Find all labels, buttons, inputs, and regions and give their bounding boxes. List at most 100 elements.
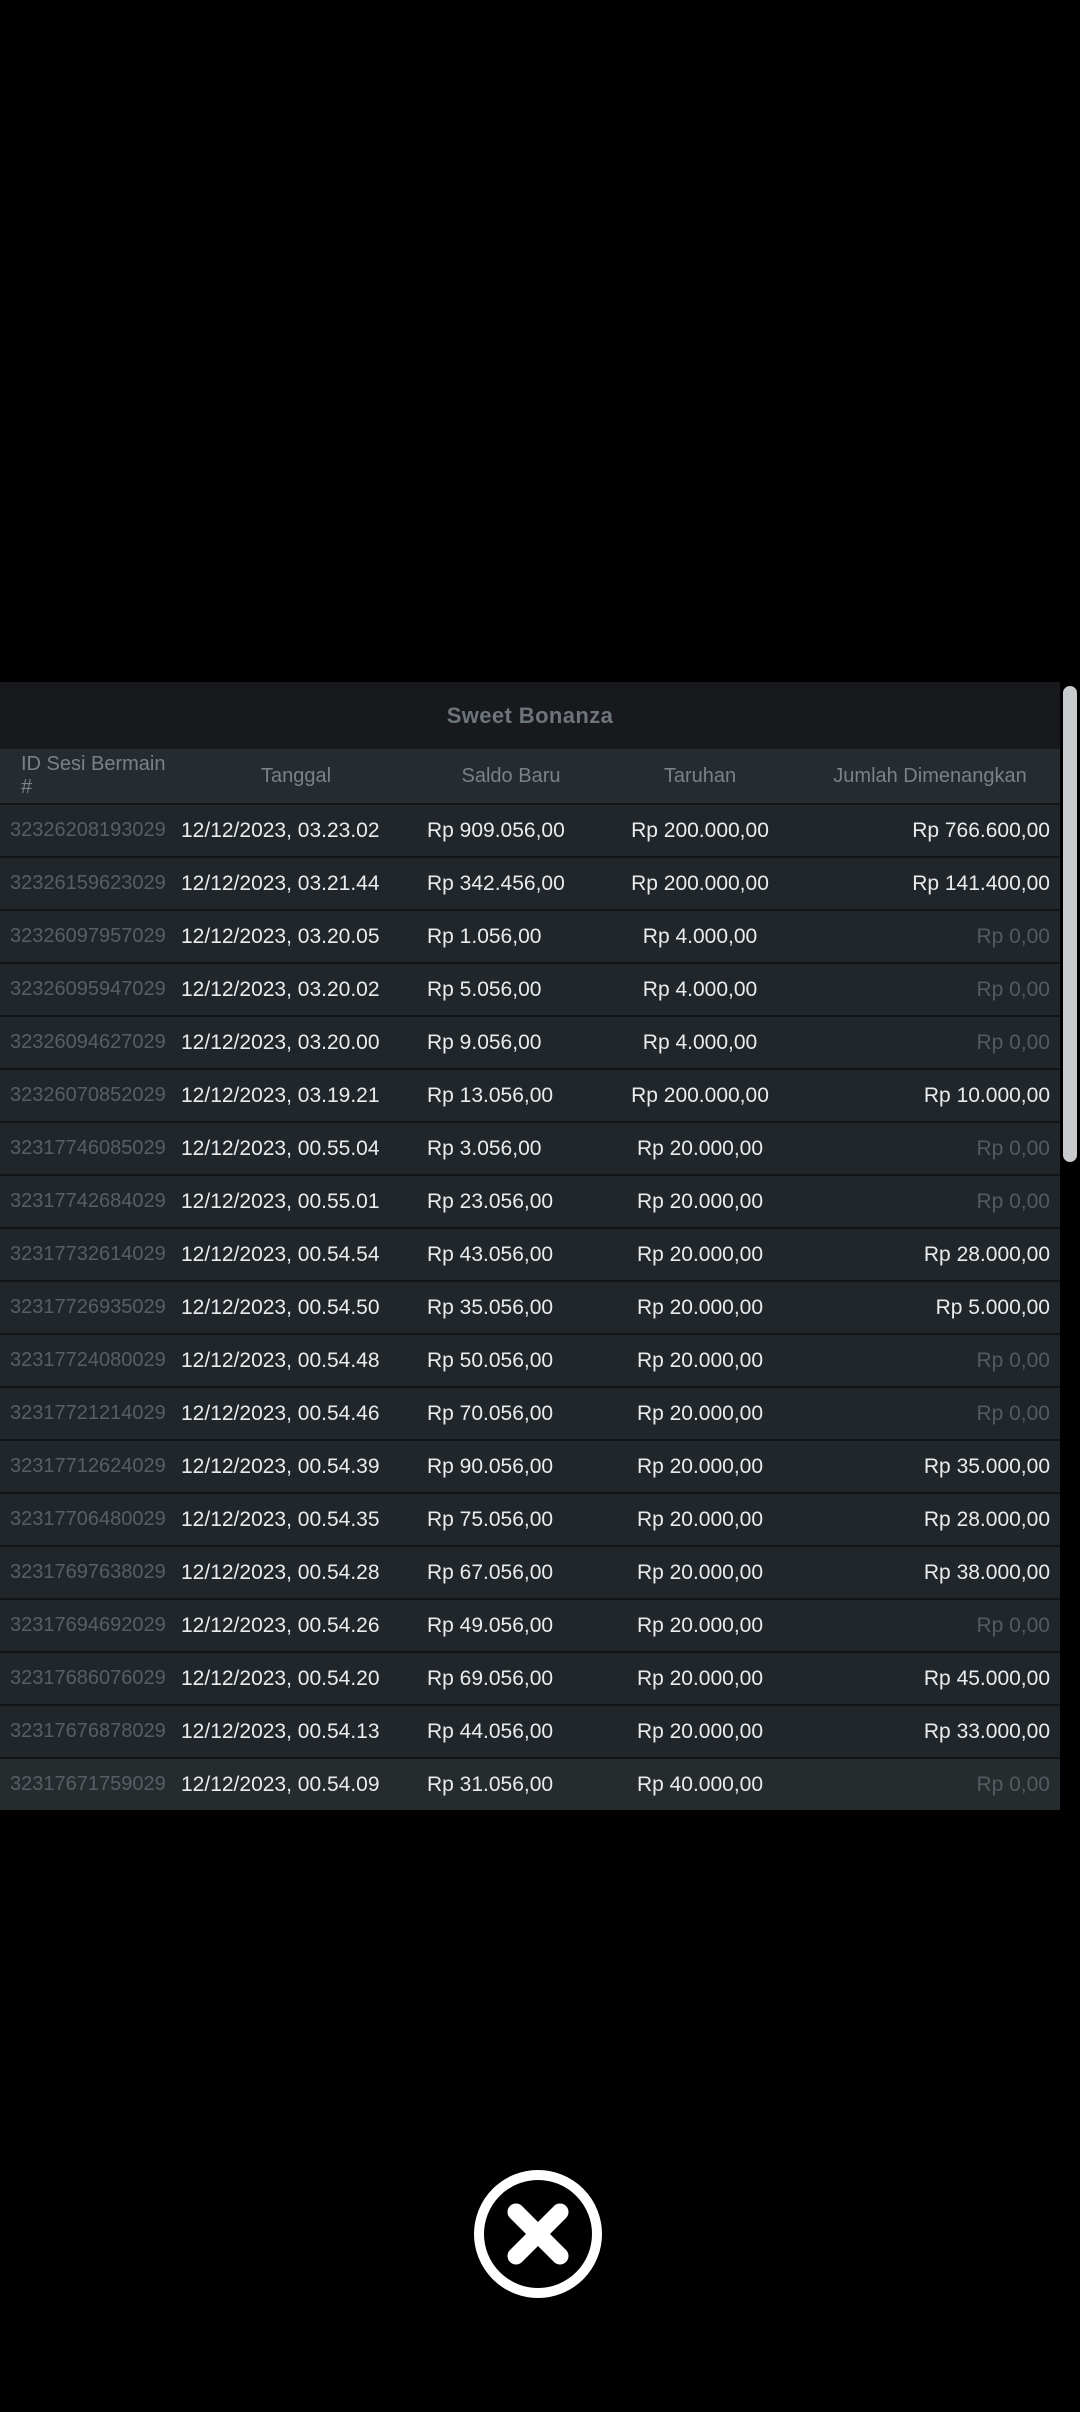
table-row: 32317721214029 12/12/2023, 00.54.46 Rp 70.…	[0, 1386, 1060, 1439]
cell-date: 12/12/2023, 00.54.39	[181, 1454, 380, 1478]
cell-amount-won: Rp 141.400,00	[912, 871, 1050, 895]
cell-session-id: 32317726935029	[10, 1296, 166, 1318]
cell-date: 12/12/2023, 03.19.21	[181, 1083, 380, 1107]
cell-date: 12/12/2023, 00.54.20	[181, 1666, 380, 1690]
cell-session-id: 32326070852029	[10, 1084, 166, 1106]
cell-amount-won: Rp 35.000,00	[923, 1454, 1050, 1478]
scrollbar-thumb[interactable]	[1063, 686, 1077, 1162]
cell-new-balance: Rp 67.056,00	[427, 1560, 554, 1584]
table-body: 32326208193029 12/12/2023, 03.23.02 Rp 909…	[0, 803, 1060, 1810]
cell-date: 12/12/2023, 03.20.00	[181, 1030, 380, 1054]
cell-bet: Rp 4.000,00	[642, 1030, 758, 1054]
cell-session-id: 32326159623029	[10, 872, 166, 894]
cell-amount-won: Rp 0,00	[976, 977, 1050, 1001]
cell-amount-won: Rp 766.600,00	[912, 818, 1050, 842]
cell-session-id: 32317724080029	[10, 1349, 166, 1371]
cell-amount-won: Rp 0,00	[976, 1030, 1050, 1054]
game-screen-backdrop: Sweet Bonanza ID Sesi Bermain # Tanggal …	[0, 0, 1080, 2412]
page-title: Sweet Bonanza	[446, 702, 614, 728]
column-header-date: Tanggal	[260, 764, 332, 787]
cell-bet: Rp 20.000,00	[636, 1719, 764, 1743]
table-row: 32317712624029 12/12/2023, 00.54.39 Rp 90.…	[0, 1439, 1060, 1492]
cell-date: 12/12/2023, 03.20.05	[181, 924, 380, 948]
cell-bet: Rp 20.000,00	[636, 1507, 764, 1531]
cell-amount-won: Rp 0,00	[976, 1401, 1050, 1425]
column-header-new-balance: Saldo Baru	[461, 764, 561, 787]
table-row: 32317746085029 12/12/2023, 00.55.04 Rp 3.0…	[0, 1121, 1060, 1174]
cell-new-balance: Rp 1.056,00	[427, 924, 542, 948]
close-button[interactable]	[474, 2170, 602, 2298]
cell-amount-won: Rp 0,00	[976, 1613, 1050, 1637]
cell-new-balance: Rp 35.056,00	[427, 1295, 554, 1319]
cell-amount-won: Rp 33.000,00	[923, 1719, 1050, 1743]
cell-bet: Rp 4.000,00	[642, 977, 758, 1001]
cell-bet: Rp 20.000,00	[636, 1136, 764, 1160]
cell-new-balance: Rp 23.056,00	[427, 1189, 554, 1213]
cell-amount-won: Rp 0,00	[976, 1136, 1050, 1160]
table-row: 32317671759029 12/12/2023, 00.54.09 Rp 31.…	[0, 1757, 1060, 1810]
table-row: 32317686076029 12/12/2023, 00.54.20 Rp 69.…	[0, 1651, 1060, 1704]
table-row: 32317724080029 12/12/2023, 00.54.48 Rp 50.…	[0, 1333, 1060, 1386]
cell-amount-won: Rp 28.000,00	[923, 1242, 1050, 1266]
cell-bet: Rp 200.000,00	[631, 818, 769, 842]
cell-session-id: 32317732614029	[10, 1243, 166, 1265]
cell-date: 12/12/2023, 00.54.35	[181, 1507, 380, 1531]
cell-amount-won: Rp 0,00	[976, 1772, 1050, 1796]
cell-date: 12/12/2023, 00.54.48	[181, 1348, 380, 1372]
cell-amount-won: Rp 0,00	[976, 1348, 1050, 1372]
table-row: 32326070852029 12/12/2023, 03.19.21 Rp 13.…	[0, 1068, 1060, 1121]
cell-date: 12/12/2023, 00.54.54	[181, 1242, 380, 1266]
cell-date: 12/12/2023, 03.20.02	[181, 977, 380, 1001]
cell-bet: Rp 20.000,00	[636, 1560, 764, 1584]
cell-date: 12/12/2023, 00.54.26	[181, 1613, 380, 1637]
column-header-amount-won: Jumlah Dimenangkan	[833, 764, 1027, 787]
cell-new-balance: Rp 44.056,00	[427, 1719, 554, 1743]
cell-session-id: 32317676878029	[10, 1720, 166, 1742]
table-row: 32317706480029 12/12/2023, 00.54.35 Rp 75.…	[0, 1492, 1060, 1545]
cell-date: 12/12/2023, 00.54.28	[181, 1560, 380, 1584]
cell-session-id: 32326097957029	[10, 925, 166, 947]
table-row: 32317742684029 12/12/2023, 00.55.01 Rp 23.…	[0, 1174, 1060, 1227]
cell-session-id: 32317686076029	[10, 1667, 166, 1689]
cell-amount-won: Rp 0,00	[976, 924, 1050, 948]
modal-title-bar: Sweet Bonanza	[0, 682, 1060, 749]
cell-bet: Rp 40.000,00	[636, 1772, 764, 1796]
cell-bet: Rp 20.000,00	[636, 1295, 764, 1319]
cell-bet: Rp 20.000,00	[636, 1189, 764, 1213]
table-row: 32326095947029 12/12/2023, 03.20.02 Rp 5.0…	[0, 962, 1060, 1015]
cell-bet: Rp 20.000,00	[636, 1613, 764, 1637]
cell-bet: Rp 4.000,00	[642, 924, 758, 948]
cell-new-balance: Rp 75.056,00	[427, 1507, 554, 1531]
cell-session-id: 32317706480029	[10, 1508, 166, 1530]
cell-amount-won: Rp 38.000,00	[923, 1560, 1050, 1584]
game-history-modal: Sweet Bonanza ID Sesi Bermain # Tanggal …	[0, 682, 1080, 1848]
cell-date: 12/12/2023, 00.54.50	[181, 1295, 380, 1319]
cell-bet: Rp 20.000,00	[636, 1401, 764, 1425]
cell-session-id: 32317697638029	[10, 1561, 166, 1583]
cell-new-balance: Rp 342.456,00	[427, 871, 565, 895]
cell-session-id: 32317671759029	[10, 1773, 166, 1795]
table-row: 32317697638029 12/12/2023, 00.54.28 Rp 67.…	[0, 1545, 1060, 1598]
table-row: 32326159623029 12/12/2023, 03.21.44 Rp 342…	[0, 856, 1060, 909]
table-row: 32317676878029 12/12/2023, 00.54.13 Rp 44.…	[0, 1704, 1060, 1757]
cell-bet: Rp 20.000,00	[636, 1454, 764, 1478]
table-header-row: ID Sesi Bermain # Tanggal Saldo Baru Tar…	[0, 749, 1060, 803]
cell-session-id: 32317746085029	[10, 1137, 166, 1159]
table-row: 32326097957029 12/12/2023, 03.20.05 Rp 1.0…	[0, 909, 1060, 962]
table-row: 32326208193029 12/12/2023, 03.23.02 Rp 909…	[0, 803, 1060, 856]
table-row: 32326094627029 12/12/2023, 03.20.00 Rp 9.0…	[0, 1015, 1060, 1068]
cell-date: 12/12/2023, 00.55.01	[181, 1189, 380, 1213]
cell-amount-won: Rp 45.000,00	[923, 1666, 1050, 1690]
cell-new-balance: Rp 50.056,00	[427, 1348, 554, 1372]
cell-date: 12/12/2023, 03.21.44	[181, 871, 380, 895]
cell-bet: Rp 20.000,00	[636, 1242, 764, 1266]
cell-date: 12/12/2023, 00.54.09	[181, 1772, 380, 1796]
cell-bet: Rp 20.000,00	[636, 1348, 764, 1372]
cell-new-balance: Rp 43.056,00	[427, 1242, 554, 1266]
cell-session-id: 32317694692029	[10, 1614, 166, 1636]
cell-amount-won: Rp 10.000,00	[923, 1083, 1050, 1107]
cell-amount-won: Rp 0,00	[976, 1189, 1050, 1213]
cell-new-balance: Rp 70.056,00	[427, 1401, 554, 1425]
cell-new-balance: Rp 13.056,00	[427, 1083, 554, 1107]
cell-session-id: 32317721214029	[10, 1402, 166, 1424]
